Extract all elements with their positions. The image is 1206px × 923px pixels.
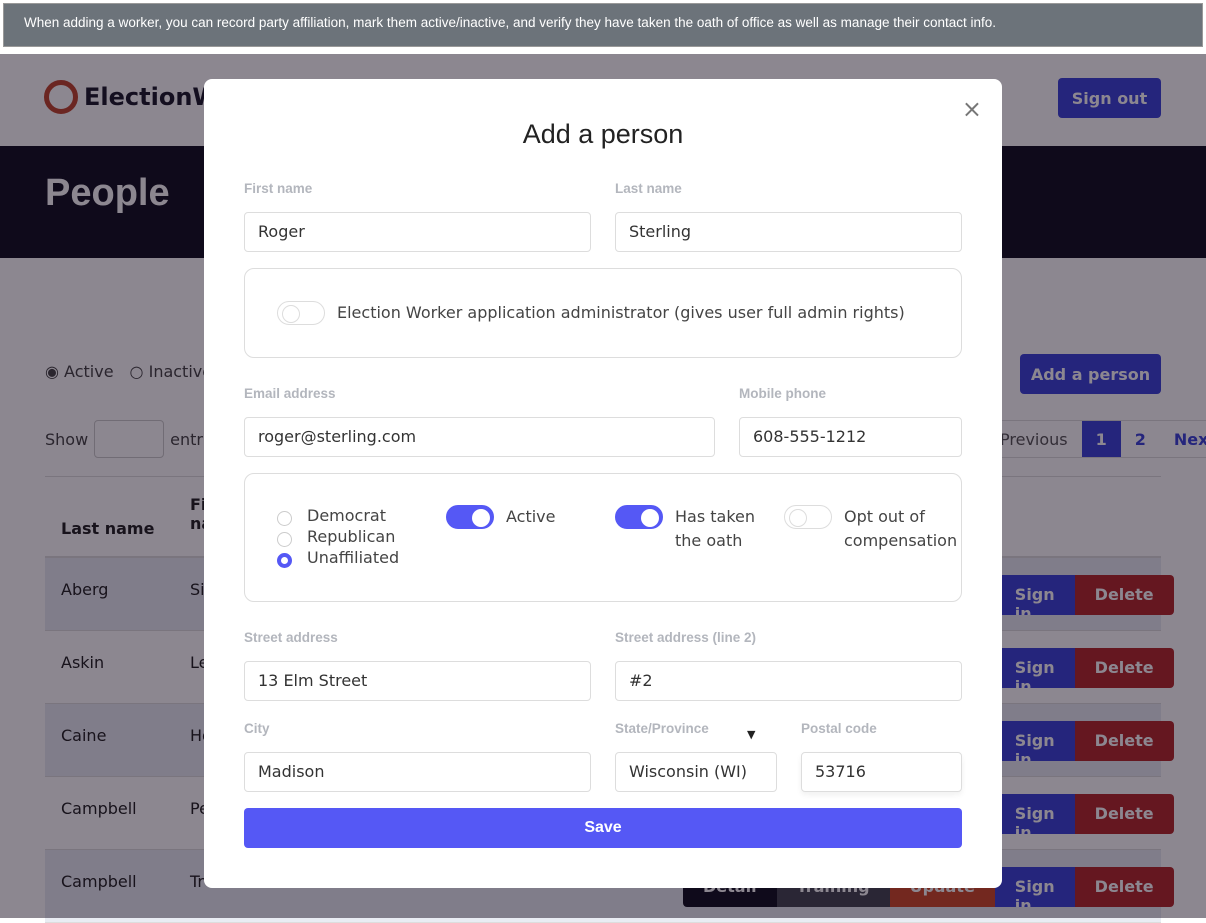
oath-label-2: the oath [675,531,743,550]
party-unaffiliated-label: Unaffiliated [307,548,400,567]
first-name-label: First name [244,181,313,196]
chevron-down-icon[interactable]: ▼ [747,728,755,741]
oath-toggle[interactable] [615,505,663,529]
modal-title: Add a person [522,119,684,149]
status-box: Democrat Republican Unaffiliated Active … [244,473,962,602]
state-select[interactable]: Wisconsin (WI) [615,752,777,792]
street2-input[interactable]: #2 [615,661,962,701]
postal-input[interactable]: 53716 [801,752,962,792]
opt-out-label-1: Opt out of [844,507,925,526]
active-toggle[interactable] [446,505,494,529]
state-label: State/Province [615,721,709,736]
caption-banner: When adding a worker, you can record par… [3,3,1203,47]
opt-out-toggle[interactable] [784,505,832,529]
city-input[interactable]: Madison [244,752,591,792]
radio-unaffiliated[interactable] [277,553,292,568]
oath-label-1: Has taken [675,507,756,526]
active-label: Active [506,507,556,526]
admin-box: Election Worker application administrato… [244,268,962,358]
street-label: Street address [244,630,338,645]
opt-out-label-2: compensation [844,531,958,550]
party-republican-label: Republican [307,527,396,546]
radio-republican[interactable] [277,532,292,547]
postal-label: Postal code [801,721,877,736]
street2-label: Street address (line 2) [615,630,757,645]
admin-toggle[interactable] [277,301,325,325]
city-label: City [244,721,270,736]
first-name-input[interactable]: Roger [244,212,591,252]
admin-label: Election Worker application administrato… [337,303,905,322]
add-person-modal: × Add a person First name Roger Last nam… [204,79,1002,888]
phone-label: Mobile phone [739,386,826,401]
save-button[interactable]: Save [244,808,962,848]
last-name-input[interactable]: Sterling [615,212,962,252]
radio-democrat[interactable] [277,511,292,526]
email-label: Email address [244,386,336,401]
phone-input[interactable]: 608-555-1212 [739,417,962,457]
last-name-label: Last name [615,181,682,196]
street-input[interactable]: 13 Elm Street [244,661,591,701]
email-input[interactable]: roger@sterling.com [244,417,715,457]
party-democrat-label: Democrat [307,506,386,525]
